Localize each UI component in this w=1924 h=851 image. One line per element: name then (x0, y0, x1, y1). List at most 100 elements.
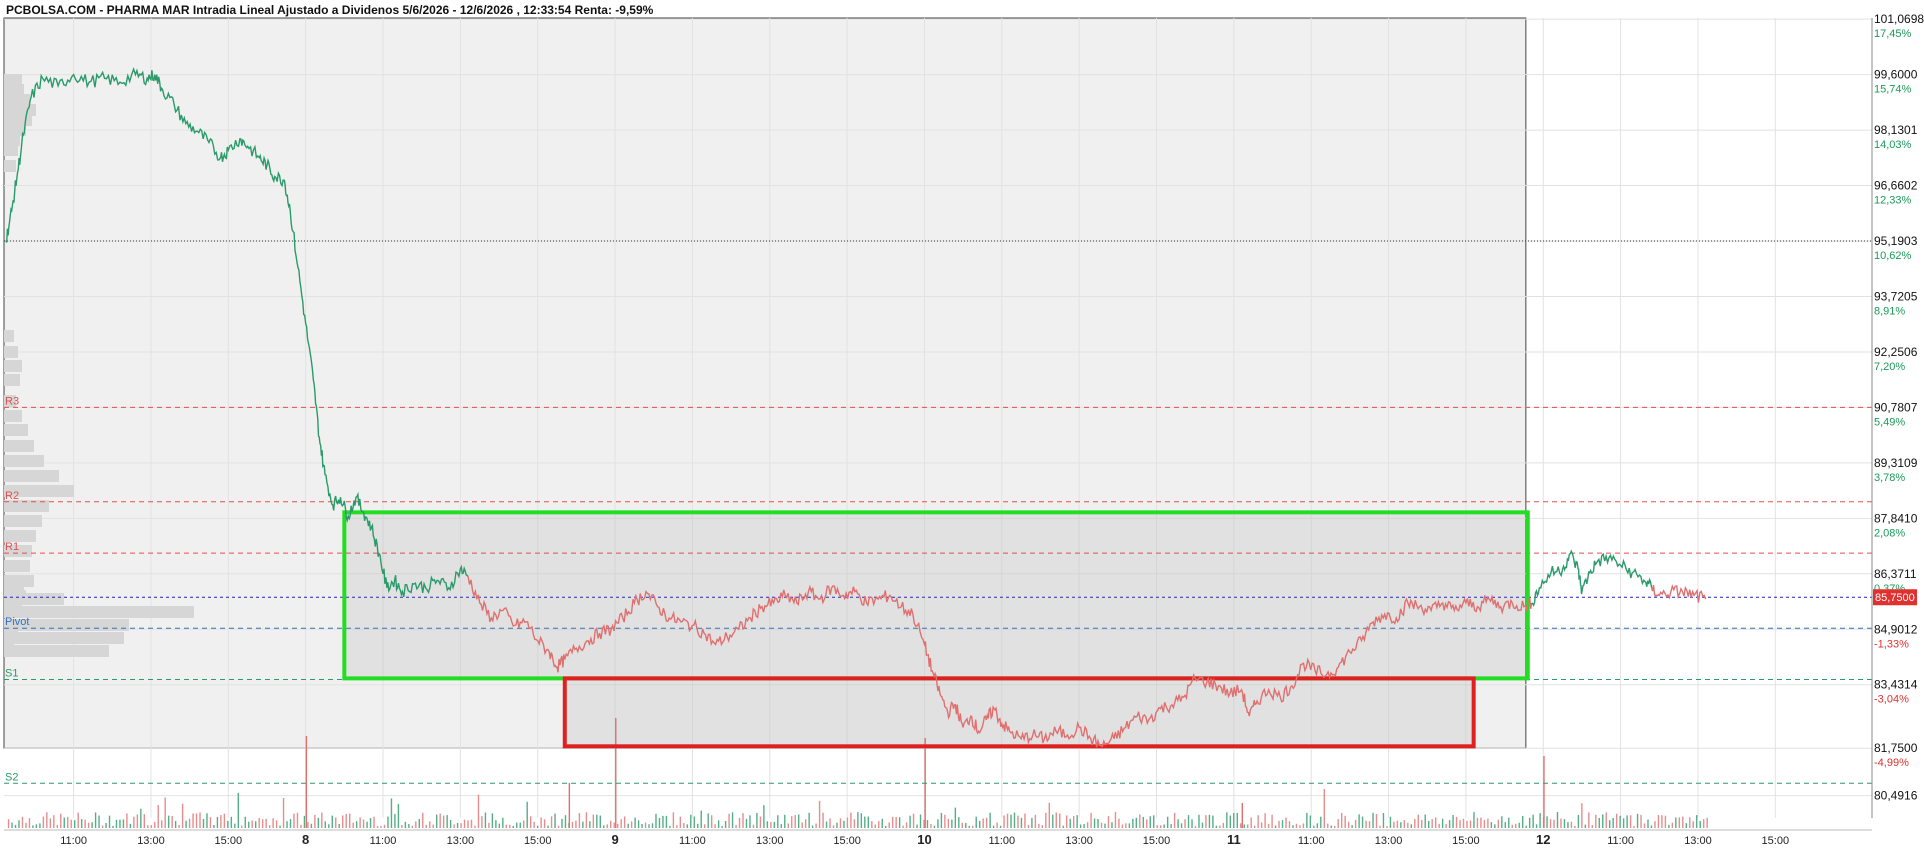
x-tick-3: 8 (302, 832, 309, 847)
volume-bar (1591, 825, 1594, 828)
volume-bar (1187, 815, 1190, 828)
volume-bar (766, 821, 769, 828)
volume-bar (1702, 819, 1705, 828)
volume-bar (885, 825, 887, 828)
volume-bar (1581, 803, 1583, 828)
y-tick-pct-6: 7,20% (1874, 361, 1905, 373)
volume-bar (1598, 817, 1600, 828)
x-tick-19: 12 (1536, 832, 1550, 847)
x-tick-20: 11:00 (1607, 835, 1634, 847)
volume-bar (1111, 822, 1113, 828)
volume-bar (185, 820, 187, 828)
volume-bar (930, 824, 932, 828)
volume-bar (335, 817, 337, 828)
volume-bar (1678, 817, 1681, 828)
volume-bar (401, 825, 403, 828)
volume-bar (589, 821, 591, 828)
volume-bar (770, 821, 772, 828)
volume-bar (1055, 812, 1057, 828)
volume-bar (147, 825, 149, 828)
volume-bar (902, 825, 904, 828)
volume-bar (1567, 822, 1569, 828)
volume-bar (1320, 816, 1322, 828)
volume-bar (1340, 812, 1343, 828)
volume-bar (1166, 816, 1169, 828)
volume-bar (435, 814, 438, 828)
volume-bar (912, 813, 915, 828)
volume-bar (700, 810, 702, 828)
y-tick-pct-11: -1,33% (1874, 638, 1909, 650)
volume-bar (439, 813, 441, 828)
volume-bar (167, 815, 170, 828)
volume-bar (1615, 813, 1618, 828)
volume-bar (665, 815, 668, 828)
volume-bar (338, 824, 340, 828)
volume-bar (606, 824, 608, 828)
volume-spike-4 (1241, 803, 1243, 828)
price-chart[interactable]: R3 R2 R1 Pivot S1 S2 101,0698 17,45% 99,6000 15,7… (0, 0, 1924, 851)
volume-bar (1104, 823, 1106, 828)
y-tick-pct-7: 5,49% (1874, 416, 1905, 428)
volume-bar (989, 812, 991, 828)
volume-bar (780, 824, 782, 828)
volume-bar (1121, 824, 1124, 828)
volume-bar (70, 819, 72, 828)
volume-bar (87, 822, 90, 828)
volume-bar (1462, 818, 1465, 828)
volume-bar (7, 819, 10, 828)
volume-bar (878, 821, 880, 828)
volume-bar (1236, 812, 1238, 828)
volume-bar (1372, 812, 1374, 828)
volume-bar (721, 825, 723, 828)
volume-bar (756, 812, 758, 828)
volume-bar (39, 823, 41, 828)
green-range-box (342, 510, 1530, 681)
volume-bar (1588, 812, 1590, 828)
volume-bar (342, 815, 344, 828)
y-tick-price-8: 89,3109 (1874, 456, 1918, 470)
volume-bar (1038, 823, 1040, 828)
volume-bar (1159, 825, 1162, 828)
volume-bar (362, 819, 365, 828)
volume-bar (1323, 789, 1325, 828)
volume-bar (1692, 821, 1694, 828)
profile-bar-8 (4, 160, 16, 172)
x-tick-11: 10 (917, 832, 931, 847)
volume-bar (714, 824, 716, 828)
volume-bar (1243, 824, 1245, 828)
volume-bar (46, 812, 48, 828)
volume-bar (616, 823, 619, 828)
volume-bar (1097, 818, 1099, 828)
volume-bar (241, 825, 243, 828)
volume-bar (1382, 812, 1385, 828)
volume-bar (1219, 825, 1221, 828)
volume-bar (697, 823, 699, 828)
x-tick-0: 11:00 (60, 835, 87, 847)
volume-bar (655, 813, 657, 828)
volume-bar (1212, 815, 1214, 828)
volume-bar (188, 818, 191, 828)
volume-bar (1264, 813, 1266, 828)
volume-bar (1334, 825, 1336, 828)
volume-bar (1229, 815, 1232, 828)
volume-bar (122, 819, 125, 828)
volume-bar (60, 813, 62, 828)
volume-bar (53, 815, 55, 828)
y-tick-price-6: 92,2506 (1874, 345, 1918, 359)
volume-bar (637, 820, 640, 828)
volume-bar (968, 825, 970, 828)
volume-bar (310, 823, 313, 828)
volume-bar (982, 818, 984, 828)
volume-bar (1396, 820, 1399, 828)
volume-bar (846, 817, 849, 828)
volume-bar (1006, 813, 1009, 828)
y-tick-price-5: 93,7205 (1874, 289, 1918, 303)
volume-bar (815, 823, 817, 828)
volume-bar (1368, 821, 1371, 828)
volume-bar (1699, 820, 1701, 828)
volume-bar (369, 818, 372, 828)
volume-bar (1602, 814, 1604, 828)
volume-bar (1093, 818, 1096, 828)
x-tick-17: 13:00 (1375, 835, 1403, 847)
volume-bar (825, 821, 828, 828)
